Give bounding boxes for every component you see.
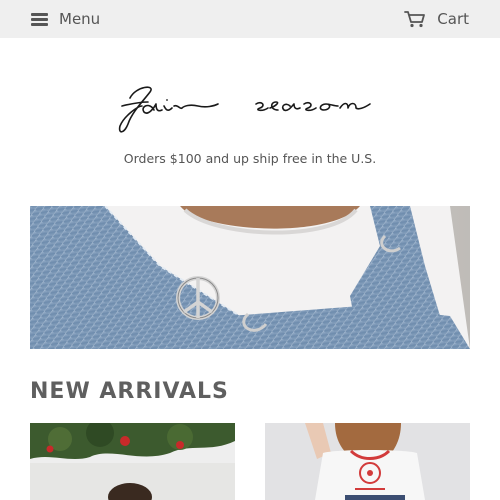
product-photo-woman-ringer-tee [265, 423, 470, 500]
cart-label: Cart [437, 10, 469, 28]
hero-image[interactable] [30, 206, 470, 349]
hero-photo-overalls-peace-pin [30, 206, 470, 349]
free-shipping-banner: Orders $100 and up ship free in the U.S. [123, 151, 377, 166]
product-photo-woman-garden [30, 423, 235, 500]
cart-icon [404, 11, 426, 28]
top-navigation-bar: Menu Cart [0, 0, 500, 38]
menu-button[interactable]: Menu [31, 10, 100, 28]
new-arrivals-heading: NEW ARRIVALS [30, 379, 229, 404]
logo-script-image [118, 86, 371, 133]
menu-label: Menu [59, 10, 101, 28]
product-card[interactable] [265, 423, 470, 500]
hamburger-icon [31, 12, 48, 26]
product-card[interactable] [30, 423, 235, 500]
cart-button[interactable]: Cart [404, 10, 469, 28]
brand-logo[interactable] [110, 76, 400, 138]
